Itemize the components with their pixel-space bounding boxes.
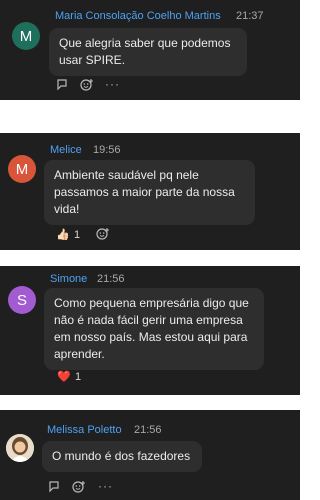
avatar[interactable]: S xyxy=(8,286,36,314)
timestamp: 21:37 xyxy=(236,10,264,22)
reply-icon[interactable] xyxy=(48,480,61,496)
reaction-count: 1 xyxy=(75,371,82,383)
sender-name[interactable]: Melissa Poletto xyxy=(47,424,122,436)
sender-name[interactable]: Melice xyxy=(50,144,82,156)
more-icon[interactable]: ··· xyxy=(105,77,120,91)
timestamp: 19:56 xyxy=(93,144,121,156)
add-reaction-icon[interactable] xyxy=(96,227,110,244)
thumbs-up-icon[interactable]: 👍🏻 xyxy=(56,228,70,242)
avatar[interactable]: M xyxy=(12,22,40,50)
message-bubble: O mundo é dos fazedores xyxy=(42,441,202,472)
message-panel: M Melice 19:56 Ambiente saudável pq nele… xyxy=(0,133,300,250)
timestamp: 21:56 xyxy=(97,273,125,285)
message-bubble: Ambiente saudável pq nele passamos a mai… xyxy=(44,160,255,225)
more-icon[interactable]: ··· xyxy=(98,479,113,493)
message-bubble: Como pequena empresária digo que não é n… xyxy=(44,288,264,370)
heart-icon[interactable]: ❤️ xyxy=(57,370,71,384)
reaction-count: 1 xyxy=(74,229,81,241)
reply-icon[interactable] xyxy=(56,78,69,94)
avatar[interactable] xyxy=(6,434,34,462)
message-panel: S Simone 21:56 Como pequena empresária d… xyxy=(0,266,300,395)
timestamp: 21:56 xyxy=(134,424,162,436)
sender-name[interactable]: Maria Consolação Coelho Martins xyxy=(55,10,221,22)
message-bubble: Que alegria saber que podemos usar SPIRE… xyxy=(49,28,247,76)
add-reaction-icon[interactable] xyxy=(80,78,94,95)
avatar[interactable]: M xyxy=(8,155,36,183)
message-panel: M Maria Consolação Coelho Martins 21:37 … xyxy=(0,0,300,100)
sender-name[interactable]: Simone xyxy=(50,273,87,285)
add-reaction-icon[interactable] xyxy=(72,480,86,497)
message-panel: Melissa Poletto 21:56 O mundo é dos faze… xyxy=(0,410,300,500)
